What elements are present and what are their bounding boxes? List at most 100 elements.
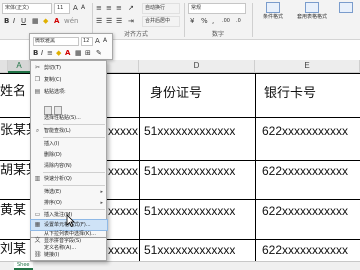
menu-item-label: 插入(I): [44, 141, 60, 147]
pinyin-icon: 文: [34, 237, 41, 244]
submenu-arrow-icon: ▸: [100, 189, 103, 195]
fill-color-icon[interactable]: ◆: [43, 17, 48, 25]
wrap-text-button[interactable]: 自动换行: [142, 3, 180, 14]
copy-icon: ❐: [34, 76, 41, 83]
ribbon-divider: [184, 3, 185, 37]
increase-decimal-icon[interactable]: .00: [222, 17, 230, 25]
menu-item-clear-contents[interactable]: 清除内容(N): [31, 161, 107, 171]
excel-window: 宋体(正文) 11 A A B I U ▦ ◆ A wén ≡ ≡ ≡ ↗ ☰ …: [0, 0, 360, 270]
align-right-icon[interactable]: ☰: [116, 17, 122, 25]
search-icon: ⌕: [35, 127, 40, 134]
currency-icon[interactable]: ¥: [190, 17, 194, 25]
indent-icon[interactable]: ⇥: [128, 17, 134, 25]
menu-item-quick-analysis[interactable]: ▥ 快速分析(Q): [31, 174, 107, 184]
merge-center-button[interactable]: 合并后居中: [142, 16, 180, 27]
menu-item-smart-lookup[interactable]: ⌕ 智能查找(L): [31, 126, 107, 136]
scissors-icon: ✂: [34, 64, 41, 71]
bank-card-cell[interactable]: 622xxxxxxxxxxx: [262, 203, 348, 219]
font-color-icon[interactable]: A: [54, 17, 59, 25]
table-format-button[interactable]: 套用表格格式: [294, 2, 330, 20]
name-cell[interactable]: 黄某: [0, 203, 26, 219]
mini-grow-font-icon[interactable]: A: [95, 37, 100, 45]
phone-cell[interactable]: xxxxx: [108, 123, 138, 139]
menu-item-copy[interactable]: ❐ 复制(C): [31, 75, 107, 85]
column-header-a[interactable]: A: [8, 60, 31, 73]
align-middle-icon[interactable]: ≡: [106, 4, 112, 12]
italic-icon[interactable]: I: [13, 17, 15, 25]
menu-item-label: 粘贴选项:: [44, 89, 66, 95]
mini-fill-color-icon[interactable]: ◆: [56, 49, 61, 57]
menu-item-insert[interactable]: 插入(I): [31, 139, 107, 149]
conditional-format-button[interactable]: 条件格式: [256, 2, 290, 20]
phonetic-icon[interactable]: wén: [64, 17, 78, 25]
percent-icon[interactable]: %: [201, 17, 208, 25]
menu-item-filter[interactable]: 筛选(E) ▸: [31, 187, 107, 197]
mini-merge-icon[interactable]: ⊞: [85, 49, 91, 57]
number-format-box[interactable]: 常规: [188, 3, 246, 14]
alignment-group-label: 对齐方式: [124, 31, 149, 38]
id-card-cell[interactable]: 51xxxxxxxxxxxxx: [144, 163, 235, 179]
link-icon: ⛓: [34, 251, 42, 258]
shrink-font-icon[interactable]: A: [81, 4, 85, 12]
grow-font-icon[interactable]: A: [73, 4, 78, 12]
phone-cell[interactable]: xxxxx: [108, 242, 138, 258]
bank-card-cell[interactable]: 622xxxxxxxxxxx: [262, 242, 348, 258]
menu-item-define-name[interactable]: 定义名称(A)...: [31, 245, 107, 252]
align-center-icon[interactable]: ☰: [106, 17, 112, 25]
mini-format-painter-icon[interactable]: ✎: [96, 49, 102, 57]
column-header-e[interactable]: E: [255, 60, 360, 73]
menu-item-label: 快速分析(Q): [44, 176, 72, 182]
cell-border: [139, 73, 140, 261]
font-size-box[interactable]: 11: [54, 3, 70, 14]
decrease-decimal-icon[interactable]: .0: [236, 17, 241, 25]
borders-icon[interactable]: ▦: [32, 17, 39, 25]
orientation-icon[interactable]: ↗: [128, 4, 134, 12]
phone-cell[interactable]: xxxxx: [108, 163, 138, 179]
header-cell-bank-card[interactable]: 银行卡号: [264, 86, 316, 102]
bank-card-cell[interactable]: 622xxxxxxxxxxx: [262, 163, 348, 179]
submenu-arrow-icon: ▸: [100, 200, 103, 206]
menu-item-label: 链接(I): [44, 252, 60, 258]
header-cell-name[interactable]: 姓名: [0, 84, 26, 100]
mini-italic-icon[interactable]: I: [41, 49, 43, 57]
cell-border: [255, 73, 256, 261]
mini-font-color-icon[interactable]: A: [65, 49, 70, 57]
menu-item-cut[interactable]: ✂ 剪切(T): [31, 63, 107, 73]
align-left-icon[interactable]: ☰: [96, 17, 102, 25]
menu-item-pick-from-list[interactable]: 从下拉列表中选择(K)...: [31, 230, 107, 238]
select-all-corner[interactable]: [0, 60, 8, 73]
cell-styles-button[interactable]: [334, 2, 358, 14]
paste-icon: ▤: [34, 88, 41, 95]
menu-item-label: 显示拼音字段(S): [44, 238, 82, 244]
mini-bold-icon[interactable]: B: [33, 49, 38, 57]
id-card-cell[interactable]: 51xxxxxxxxxxxxx: [144, 123, 235, 139]
phone-cell[interactable]: xxxxx: [108, 203, 138, 219]
align-bottom-icon[interactable]: ≡: [116, 4, 122, 12]
sheet-tab[interactable]: Shee: [14, 262, 33, 270]
mini-shrink-font-icon[interactable]: A: [103, 37, 107, 45]
menu-item-link[interactable]: ⛓ 链接(I): [31, 252, 107, 259]
comma-icon[interactable]: ,: [212, 17, 214, 25]
menu-item-label: 剪切(T): [44, 65, 61, 71]
menu-item-delete[interactable]: 删除(D): [31, 150, 107, 160]
id-card-cell[interactable]: 51xxxxxxxxxxxxx: [144, 242, 235, 258]
font-name-box[interactable]: 宋体(正文): [2, 3, 52, 14]
name-cell[interactable]: 刘某: [0, 242, 26, 258]
align-top-icon[interactable]: ≡: [96, 4, 102, 12]
bank-card-cell[interactable]: 622xxxxxxxxxxx: [262, 123, 348, 139]
underline-icon[interactable]: U: [21, 17, 26, 25]
mouse-cursor-icon: [66, 214, 75, 227]
menu-item-paste-special[interactable]: 选择性粘贴(S)...: [31, 113, 107, 123]
header-cell-id-card[interactable]: 身份证号: [150, 86, 202, 102]
column-header-d[interactable]: D: [139, 60, 255, 73]
bold-icon[interactable]: B: [4, 17, 9, 25]
menu-item-label: 删除(D): [44, 152, 62, 158]
id-card-cell[interactable]: 51xxxxxxxxxxxxx: [144, 203, 235, 219]
menu-item-sort[interactable]: 排序(O) ▸: [31, 198, 107, 208]
mini-borders-icon[interactable]: ▦: [75, 49, 82, 57]
mini-align-icon[interactable]: ≡: [47, 49, 53, 57]
mini-font-size-box[interactable]: 12: [81, 37, 93, 46]
mini-font-name-box[interactable]: 微软雅黑: [33, 37, 79, 46]
cell-styles-icon: [339, 2, 353, 13]
menu-item-show-pinyin[interactable]: 文 显示拼音字段(S): [31, 238, 107, 245]
